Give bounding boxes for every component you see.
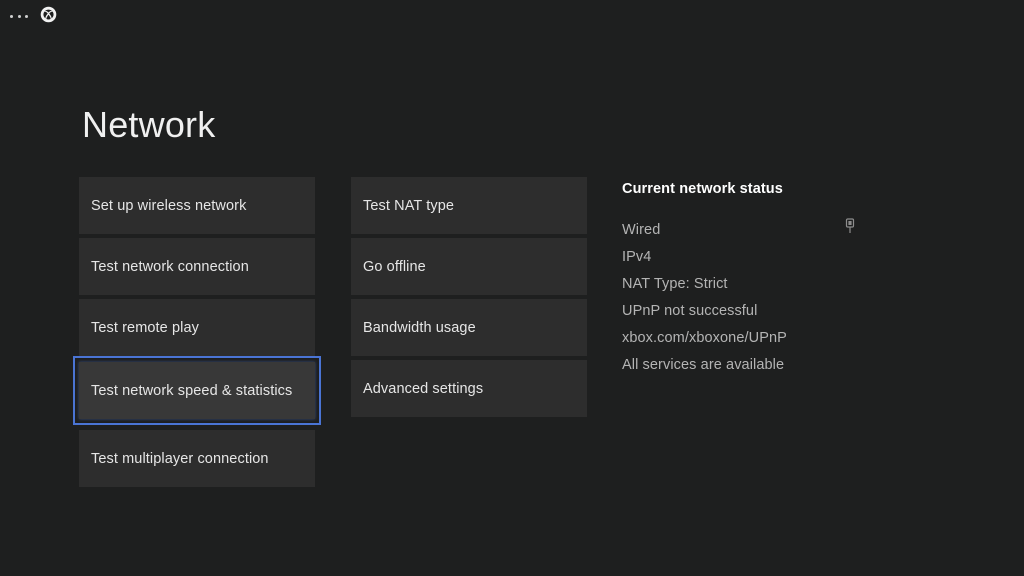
ellipsis-dot [18,15,21,18]
status-line-text: NAT Type: Strict [622,276,728,292]
menu-item-test-multiplayer-connection[interactable]: Test multiplayer connection [79,430,315,487]
status-line-text: All services are available [622,357,784,373]
menu-item-label: Advanced settings [351,381,483,397]
status-panel-title: Current network status [622,181,922,197]
xbox-logo-icon[interactable] [40,6,57,23]
menu-item-label: Bandwidth usage [351,320,476,336]
menu-column-one: Set up wireless network Test network con… [79,177,315,491]
menu-item-label: Go offline [351,259,426,275]
status-line-text: Wired [622,222,660,238]
menu-item-test-remote-play[interactable]: Test remote play [79,299,315,356]
current-network-status-panel: Current network status Wired IPv4 NAT Ty… [622,181,922,378]
status-row-upnp: UPnP not successful [622,297,922,324]
status-row-nat-type: NAT Type: Strict [622,270,922,297]
status-row-upnp-help-url: xbox.com/xboxone/UPnP [622,324,922,351]
ellipsis-dot [10,15,13,18]
status-line-text: UPnP not successful [622,303,757,319]
status-row-services: All services are available [622,351,922,378]
menu-column-two: Test NAT type Go offline Bandwidth usage… [351,177,587,421]
page-title: Network [82,103,215,147]
status-line-text: IPv4 [622,249,651,265]
menu-item-label: Test network connection [79,259,249,275]
menu-item-test-network-speed-statistics[interactable]: Test network speed & statistics [79,362,315,419]
menu-item-label: Test network speed & statistics [79,383,292,399]
menu-item-test-nat-type[interactable]: Test NAT type [351,177,587,234]
menu-item-set-up-wireless-network[interactable]: Set up wireless network [79,177,315,234]
menu-item-advanced-settings[interactable]: Advanced settings [351,360,587,417]
menu-item-label: Test multiplayer connection [79,451,269,467]
menu-item-label: Test remote play [79,320,199,336]
menu-item-test-network-connection[interactable]: Test network connection [79,238,315,295]
ellipsis-icon[interactable] [8,7,30,25]
ellipsis-dot [25,15,28,18]
menu-item-label: Set up wireless network [79,198,246,214]
status-row-connection-type: Wired [622,216,922,243]
top-bar [0,0,1024,32]
ethernet-plug-icon [844,218,856,236]
menu-item-go-offline[interactable]: Go offline [351,238,587,295]
menu-item-label: Test NAT type [351,198,454,214]
status-line-text: xbox.com/xboxone/UPnP [622,330,787,346]
status-row-ip-version: IPv4 [622,243,922,270]
menu-item-bandwidth-usage[interactable]: Bandwidth usage [351,299,587,356]
